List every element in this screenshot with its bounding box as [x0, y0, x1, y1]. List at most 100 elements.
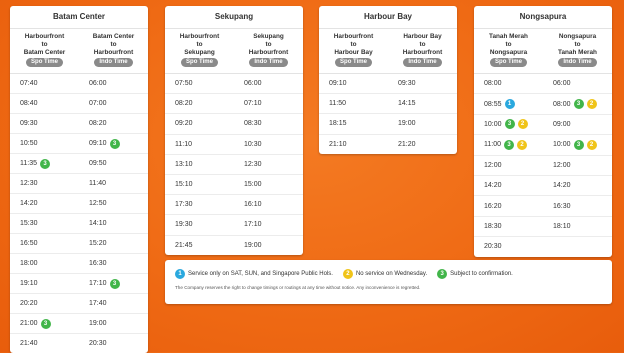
- note-badge-2: 2: [586, 99, 597, 110]
- time-value: 11:35: [20, 160, 37, 167]
- table-row: 14:20 12:50: [10, 194, 148, 214]
- table-row: 19:10 17:10 3: [10, 274, 148, 294]
- departure-time: 15:30: [10, 220, 79, 227]
- departure-time: 21:40: [10, 340, 79, 347]
- schedule-panel-nongsapura: Nongsapura Tanah Merah to Nongsapura Spo Tim…: [474, 6, 612, 257]
- departure-time: 10:50: [10, 140, 79, 147]
- route-label: to: [196, 41, 203, 48]
- route-label: Harbourfront: [402, 49, 443, 56]
- table-row: 11:50 14:15: [319, 94, 457, 115]
- note-badge-2: 2: [517, 119, 528, 130]
- legend-item: 1 Service only on SAT, SUN, and Singapore…: [175, 269, 333, 279]
- time-value: 17:30: [175, 201, 193, 209]
- return-time: 19:00: [79, 320, 148, 327]
- table-row: 08:40 07:00: [10, 94, 148, 114]
- time-value: 08:20: [89, 120, 107, 127]
- table-row: 11:10 10:30: [165, 135, 303, 155]
- return-time: 18:10: [543, 223, 612, 230]
- return-time: 09:00: [543, 121, 612, 128]
- table-row: 17:30 16:10: [165, 195, 303, 216]
- departure-time: 07:40: [10, 80, 79, 87]
- legend-item: 2 No service on Wednesday.: [342, 269, 427, 279]
- departure-time: 09:10: [319, 80, 388, 87]
- time-value: 17:10: [89, 280, 107, 287]
- time-value: 09:10: [329, 80, 347, 88]
- route-label: to: [419, 41, 426, 48]
- route-label: Harbourfront: [179, 33, 220, 40]
- table-row: 11:00 3 2 10:00 3 2: [474, 135, 612, 156]
- departure-time: 12:30: [10, 180, 79, 187]
- time-value: 19:00: [398, 120, 416, 128]
- return-time: 12:30: [234, 161, 303, 168]
- time-value: 18:15: [329, 120, 347, 128]
- time-value: 10:00: [484, 120, 502, 128]
- table-row: 08:55 1 08:00 3 2: [474, 94, 612, 115]
- return-time: 07:00: [79, 100, 148, 107]
- time-value: 17:40: [89, 300, 107, 307]
- departure-time: 09:20: [165, 120, 234, 127]
- table-row: 21:10 21:20: [319, 135, 457, 154]
- departure-time: 18:15: [319, 120, 388, 127]
- time-value: 13:10: [175, 160, 193, 168]
- table-row: 07:50 06:00: [165, 74, 303, 95]
- time-value: 16:50: [20, 240, 38, 247]
- return-time: 17:10 3: [79, 278, 148, 289]
- note-badge-3: 3: [40, 158, 50, 169]
- time-value: 11:50: [329, 100, 346, 108]
- return-time: 17:40: [79, 300, 148, 307]
- time-value: 12:30: [20, 180, 38, 187]
- table-row: 15:30 14:10: [10, 214, 148, 234]
- time-value: 08:20: [175, 100, 193, 108]
- time-value: 06:00: [244, 80, 262, 88]
- return-time: 09:50: [79, 160, 148, 167]
- return-route-header: Batam Center to Harbourfront Indo Time: [79, 29, 148, 73]
- time-value: 20:20: [20, 300, 38, 307]
- table-row: 12:00 12:00: [474, 156, 612, 176]
- time-value: 14:15: [398, 100, 416, 108]
- table-row: 09:30 08:20: [10, 114, 148, 134]
- return-time: 16:30: [543, 203, 612, 210]
- return-time: 19:00: [234, 242, 303, 249]
- timezone-pill: Spo Time: [335, 58, 372, 67]
- departure-time: 15:10: [165, 181, 234, 188]
- legend-text: Service only on SAT, SUN, and Singapore …: [188, 271, 333, 277]
- time-value: 15:20: [89, 240, 107, 247]
- table-row: 16:50 15:20: [10, 234, 148, 254]
- departure-time: 08:00: [474, 80, 543, 87]
- note-badge-3: 3: [437, 269, 448, 279]
- note-badge-1: 1: [504, 99, 515, 110]
- time-value: 09:00: [553, 120, 571, 128]
- route-label: Harbourfront: [248, 49, 289, 56]
- time-value: 21:00: [20, 320, 38, 327]
- departure-time: 16:50: [10, 240, 79, 247]
- return-time: 14:10: [79, 220, 148, 227]
- table-row: 21:00 3 19:00: [10, 314, 148, 334]
- departure-time: 17:30: [165, 201, 234, 208]
- column-header: Harbourfront to Harbour Bay Spo Time Harbour…: [319, 29, 457, 74]
- return-time: 12:00: [543, 162, 612, 169]
- time-value: 15:30: [20, 220, 38, 227]
- table-row: 18:00 16:30: [10, 254, 148, 274]
- return-time: 10:30: [234, 141, 303, 148]
- note-badge-3: 3: [504, 119, 515, 130]
- time-value: 12:30: [244, 160, 262, 168]
- return-time: 15:20: [79, 240, 148, 247]
- route-label: to: [350, 41, 357, 48]
- route-label: to: [41, 41, 48, 48]
- table-row: 11:35 3 09:50: [10, 154, 148, 174]
- note-badge-3: 3: [109, 138, 120, 149]
- column-header: Harbourfront to Batam Center Spo Time Batam …: [10, 29, 148, 74]
- departure-time: 08:55 1: [474, 99, 543, 110]
- time-value: 09:10: [89, 140, 107, 147]
- timezone-pill: Indo Time: [94, 58, 133, 67]
- route-label: Harbour Bay: [334, 49, 373, 56]
- departure-time: 19:10: [10, 280, 79, 287]
- time-value: 10:50: [20, 140, 38, 147]
- departure-time: 18:00: [10, 260, 79, 267]
- departure-time: 08:40: [10, 100, 79, 107]
- table-row: 20:20 17:40: [10, 294, 148, 314]
- return-time: 09:30: [388, 80, 457, 87]
- departure-time: 11:00 3 2: [474, 139, 543, 150]
- time-value: 21:45: [175, 241, 193, 249]
- time-value: 17:10: [244, 221, 262, 229]
